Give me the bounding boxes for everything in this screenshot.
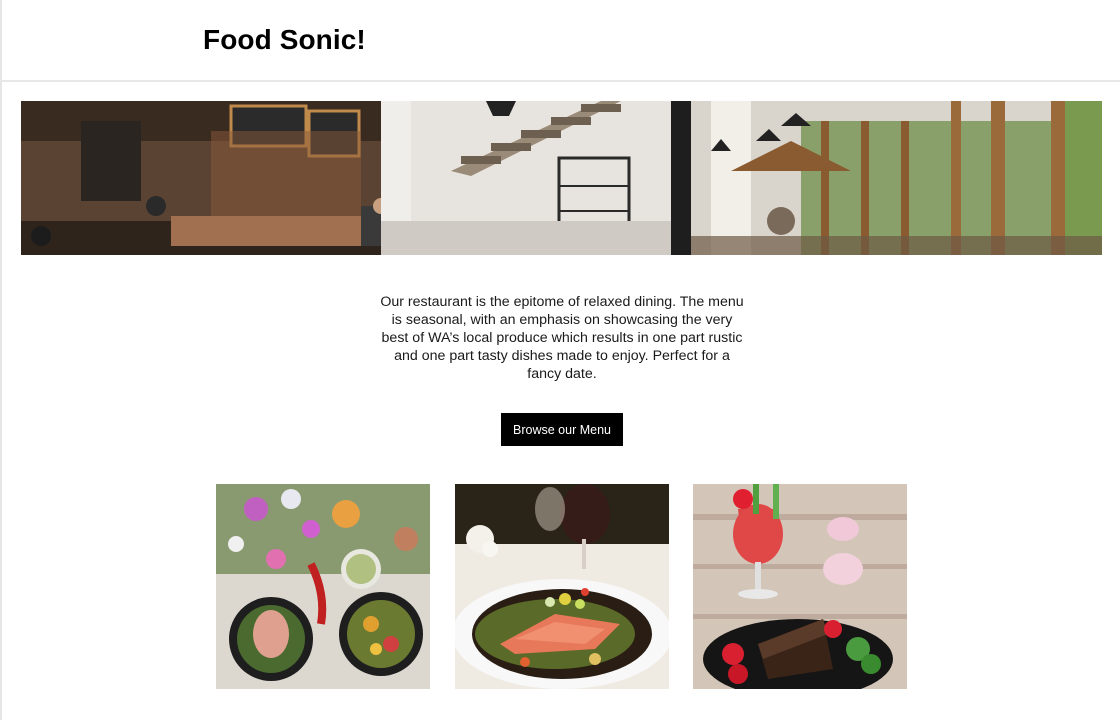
gallery-image-1 <box>216 484 430 689</box>
site-title: Food Sonic! <box>203 24 366 55</box>
chocolate-cake-and-juice-photo <box>693 484 907 689</box>
hero-image <box>21 101 1102 255</box>
salmon-dish-with-wine-photo <box>455 484 669 689</box>
gallery-image-3 <box>693 484 907 689</box>
salad-bowls-with-flowers-photo <box>216 484 430 689</box>
browse-menu-button[interactable]: Browse our Menu <box>501 413 623 446</box>
restaurant-interior-photo <box>21 101 1102 255</box>
page: Food Sonic! Our restaurant is the epitom… <box>0 0 1120 720</box>
site-header: Food Sonic! <box>2 0 1120 82</box>
intro-text: Our restaurant is the epitome of relaxed… <box>380 294 744 382</box>
gallery-image-2 <box>455 484 669 689</box>
